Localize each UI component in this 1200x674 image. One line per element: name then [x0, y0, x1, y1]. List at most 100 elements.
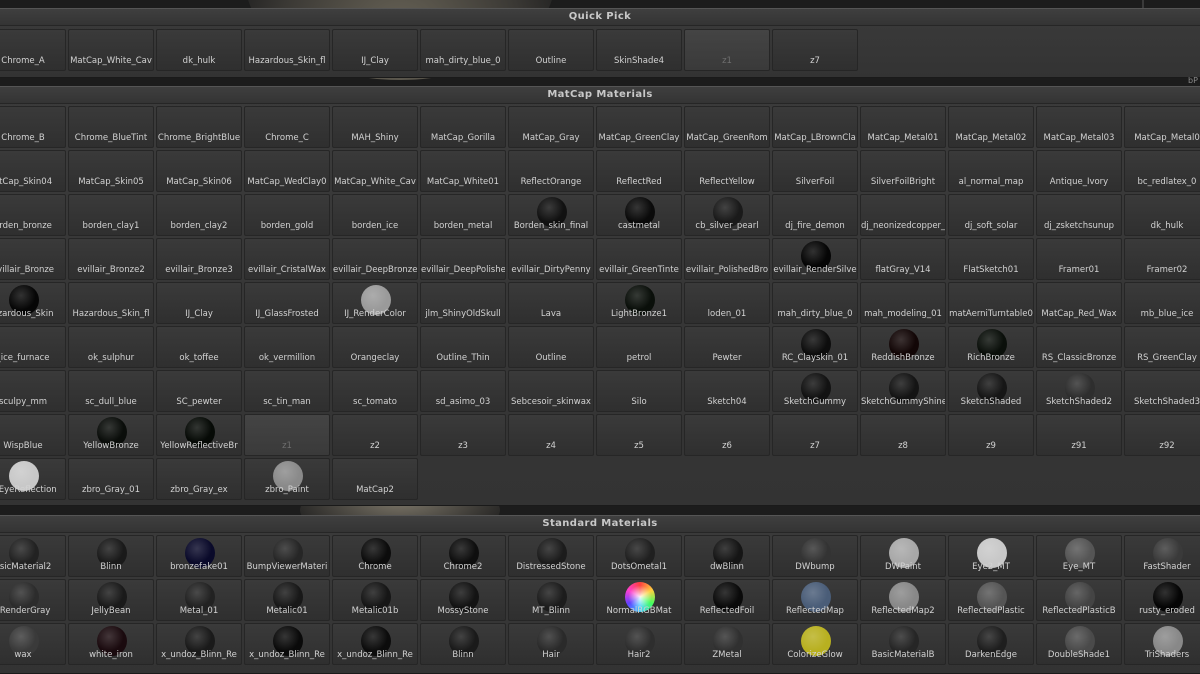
- material-swatch[interactable]: Chrome_B: [0, 106, 66, 148]
- material-swatch[interactable]: z7: [772, 29, 858, 71]
- material-swatch[interactable]: borden_metal: [420, 194, 506, 236]
- material-swatch[interactable]: SkinShade4: [596, 29, 682, 71]
- material-swatch[interactable]: MatCap_Skin06: [156, 150, 242, 192]
- material-swatch[interactable]: ZMetal: [684, 623, 770, 665]
- material-swatch[interactable]: ReflectedMap2: [860, 579, 946, 621]
- material-swatch[interactable]: z1: [684, 29, 770, 71]
- material-swatch[interactable]: ColorizeGlow: [772, 623, 858, 665]
- material-swatch[interactable]: MatCap_GreenRom: [684, 106, 770, 148]
- material-swatch[interactable]: ReflectedMap: [772, 579, 858, 621]
- material-swatch[interactable]: MatCap_LBrownCla: [772, 106, 858, 148]
- material-swatch[interactable]: asicMaterial2: [0, 535, 66, 577]
- material-swatch[interactable]: DotsOmetal1: [596, 535, 682, 577]
- material-swatch[interactable]: Chrome: [332, 535, 418, 577]
- material-swatch[interactable]: RS_ClassicBronze: [1036, 326, 1122, 368]
- material-swatch[interactable]: al_normal_map: [948, 150, 1034, 192]
- material-swatch[interactable]: dj_neonizedcopper_: [860, 194, 946, 236]
- material-swatch[interactable]: SketchShaded3: [1124, 370, 1200, 412]
- material-swatch[interactable]: ReflectedPlasticB: [1036, 579, 1122, 621]
- material-swatch[interactable]: Chrome_A: [0, 29, 66, 71]
- material-swatch[interactable]: Pewter: [684, 326, 770, 368]
- material-swatch[interactable]: DWPaint: [860, 535, 946, 577]
- material-swatch[interactable]: Framer01: [1036, 238, 1122, 280]
- material-swatch[interactable]: Lava: [508, 282, 594, 324]
- material-swatch[interactable]: sd_asimo_03: [420, 370, 506, 412]
- material-swatch[interactable]: SilverFoilBright: [860, 150, 946, 192]
- material-swatch[interactable]: Outline: [508, 326, 594, 368]
- material-swatch[interactable]: sc_dull_blue: [68, 370, 154, 412]
- material-swatch[interactable]: Blinn: [420, 623, 506, 665]
- material-swatch[interactable]: Blinn: [68, 535, 154, 577]
- material-swatch[interactable]: _RenderGray: [0, 579, 66, 621]
- material-swatch[interactable]: MatCap_Metal01: [860, 106, 946, 148]
- material-swatch[interactable]: evillair_DirtyPenny: [508, 238, 594, 280]
- material-swatch[interactable]: Metalic01: [244, 579, 330, 621]
- material-swatch[interactable]: YellowReflectiveBr: [156, 414, 242, 456]
- material-swatch[interactable]: ReddishBronze: [860, 326, 946, 368]
- material-swatch[interactable]: ok_sulphur: [68, 326, 154, 368]
- material-swatch[interactable]: MatCap2: [332, 458, 418, 500]
- material-swatch[interactable]: cb_silver_pearl: [684, 194, 770, 236]
- material-swatch[interactable]: MatCap_White_Cav: [68, 29, 154, 71]
- material-swatch[interactable]: dj_fire_demon: [772, 194, 858, 236]
- material-swatch[interactable]: RC_Clayskin_01: [772, 326, 858, 368]
- material-swatch[interactable]: evillair_Bronze3: [156, 238, 242, 280]
- material-swatch[interactable]: z7: [772, 414, 858, 456]
- material-swatch[interactable]: DWbump: [772, 535, 858, 577]
- material-swatch[interactable]: atCap_Skin04: [0, 150, 66, 192]
- material-swatch[interactable]: sc_tomato: [332, 370, 418, 412]
- material-swatch[interactable]: Outline_Thin: [420, 326, 506, 368]
- material-swatch[interactable]: petrol: [596, 326, 682, 368]
- material-swatch[interactable]: ReflectedPlastic: [948, 579, 1034, 621]
- material-swatch[interactable]: IJ_GlassFrosted: [244, 282, 330, 324]
- material-swatch[interactable]: WispBlue: [0, 414, 66, 456]
- material-swatch[interactable]: MatCap_White01: [420, 150, 506, 192]
- material-swatch[interactable]: MatCap_White_Cav: [332, 150, 418, 192]
- material-swatch[interactable]: Metalic01b: [332, 579, 418, 621]
- material-swatch[interactable]: castmetal: [596, 194, 682, 236]
- material-swatch[interactable]: Chrome_BlueTint: [68, 106, 154, 148]
- material-swatch[interactable]: MAH_Shiny: [332, 106, 418, 148]
- material-swatch[interactable]: evillair_CristalWax: [244, 238, 330, 280]
- material-swatch[interactable]: z92: [1124, 414, 1200, 456]
- material-swatch[interactable]: loden_01: [684, 282, 770, 324]
- material-swatch[interactable]: white_iron: [68, 623, 154, 665]
- material-swatch[interactable]: mah_dirty_blue_0: [772, 282, 858, 324]
- material-swatch[interactable]: zbro_Paint: [244, 458, 330, 500]
- material-swatch[interactable]: evillair_Bronze: [0, 238, 66, 280]
- material-swatch[interactable]: Antique_Ivory: [1036, 150, 1122, 192]
- material-swatch[interactable]: Chrome_BrightBlue: [156, 106, 242, 148]
- material-swatch[interactable]: MatCap_GreenClay: [596, 106, 682, 148]
- material-swatch[interactable]: MossyStone: [420, 579, 506, 621]
- material-swatch[interactable]: orden_bronze: [0, 194, 66, 236]
- material-swatch[interactable]: MatCap_Gray: [508, 106, 594, 148]
- material-swatch[interactable]: MatCap_Metal0: [1124, 106, 1200, 148]
- material-swatch[interactable]: borden_clay1: [68, 194, 154, 236]
- material-swatch[interactable]: IJ_Clay: [156, 282, 242, 324]
- material-swatch[interactable]: Hazardous_Skin_fl: [68, 282, 154, 324]
- material-swatch[interactable]: SilverFoil: [772, 150, 858, 192]
- material-swatch[interactable]: JellyBean: [68, 579, 154, 621]
- material-swatch[interactable]: FlatSketch01: [948, 238, 1034, 280]
- material-swatch[interactable]: Orangeclay: [332, 326, 418, 368]
- material-swatch[interactable]: ReflectedFoil: [684, 579, 770, 621]
- material-swatch[interactable]: ok_vermillion: [244, 326, 330, 368]
- material-swatch[interactable]: Chrome2: [420, 535, 506, 577]
- material-swatch[interactable]: Hair: [508, 623, 594, 665]
- material-swatch[interactable]: Hazardous_Skin_fl: [244, 29, 330, 71]
- material-swatch[interactable]: jlm_ShinyOldSkull: [420, 282, 506, 324]
- material-swatch[interactable]: sc_tin_man: [244, 370, 330, 412]
- material-swatch[interactable]: FastShader: [1124, 535, 1200, 577]
- material-swatch[interactable]: bronzefake01: [156, 535, 242, 577]
- material-swatch[interactable]: borden_ice: [332, 194, 418, 236]
- material-swatch[interactable]: Eye2_MT: [948, 535, 1034, 577]
- material-swatch[interactable]: sculpy_mm: [0, 370, 66, 412]
- material-swatch[interactable]: mb_blue_ice: [1124, 282, 1200, 324]
- material-swatch[interactable]: zbro_Gray_ex: [156, 458, 242, 500]
- material-swatch[interactable]: z91: [1036, 414, 1122, 456]
- material-swatch[interactable]: evillair_RenderSilve: [772, 238, 858, 280]
- material-swatch[interactable]: Metal_01: [156, 579, 242, 621]
- material-swatch[interactable]: matAerniTurntable0: [948, 282, 1034, 324]
- material-swatch[interactable]: MatCap_Metal03: [1036, 106, 1122, 148]
- material-swatch[interactable]: rusty_eroded: [1124, 579, 1200, 621]
